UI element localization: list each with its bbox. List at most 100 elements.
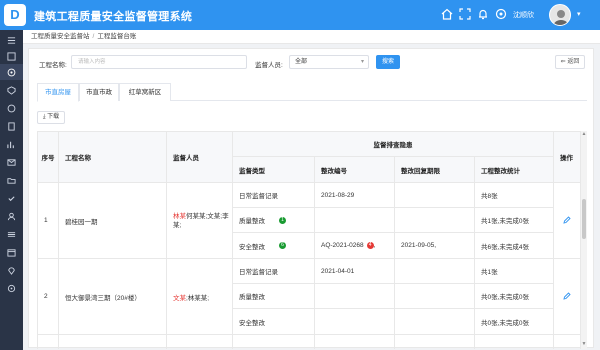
scroll-down-icon[interactable]: ▼	[581, 341, 587, 347]
breadcrumb-item[interactable]: 工程质量安全监督站	[31, 33, 90, 40]
back-button[interactable]: ⇐ 返回	[555, 55, 585, 69]
table-row-supervisors: 林某何某某;文某;李某;	[167, 183, 233, 259]
user-name[interactable]: 沈顺欣	[513, 10, 534, 20]
sub-row-deadline	[395, 284, 475, 309]
header-code: 整改编号	[315, 157, 395, 183]
sidebar-item-quality[interactable]	[0, 100, 23, 116]
table-row-supervisors: 文某;林某某;	[167, 259, 233, 335]
breadcrumb: 工程质量安全监督站 / 工程监督台账	[23, 30, 600, 44]
tab-city-municipal[interactable]: 市直市政	[79, 83, 119, 101]
table-row-index: 1	[37, 183, 59, 259]
table-row-index	[37, 335, 59, 349]
table-row-project	[59, 335, 167, 349]
sub-row-deadline	[395, 259, 475, 284]
sub-row-type[interactable]: 质量整改	[233, 284, 315, 309]
sidebar-item-safety[interactable]	[0, 82, 23, 98]
lead-supervisor: 林某	[173, 212, 186, 220]
sub-row-code: 2021-08-29	[315, 183, 395, 208]
sidebar-collapse-icon[interactable]	[0, 32, 23, 48]
back-arrow-icon: ⇐	[560, 59, 566, 65]
download-button-label: 下载	[47, 114, 60, 120]
app-logo: D	[4, 4, 26, 26]
main-panel: 工程名称: 请输入内容 监督人员: 全部 ▾ 搜索 ⇐ 返回 市直房屋 市直市政…	[28, 48, 594, 349]
sidebar-item-messages[interactable]	[0, 154, 23, 170]
bell-icon[interactable]	[476, 7, 490, 21]
header-type: 监督类型	[233, 157, 315, 183]
header-deadline: 整改回复期限	[395, 157, 475, 183]
sub-row-stats: 共1张	[475, 259, 554, 284]
sidebar-item-users[interactable]	[0, 208, 23, 224]
header-hazard-group: 监督排查隐患	[233, 131, 554, 157]
row-ops	[554, 183, 581, 259]
tab-hongcaowo-district[interactable]: 红草窝新区	[119, 83, 171, 101]
sidebar-item-system[interactable]	[0, 280, 23, 296]
sub-row-type[interactable]: 日常监督记录	[233, 259, 315, 284]
sub-row-stats: 共6张,未完成4张	[475, 233, 554, 259]
row-ops	[554, 259, 581, 335]
table-row-project: 恒大御景湾三期（20#楼）	[59, 259, 167, 335]
table-row-index: 2	[37, 259, 59, 335]
settings-icon[interactable]	[494, 7, 508, 21]
sub-row-stats: 共8张	[475, 183, 554, 208]
sub-row-type-label: 安全整改	[239, 243, 265, 251]
sidebar-item-files[interactable]	[0, 172, 23, 188]
header-index: 序号	[37, 131, 59, 183]
count-badge: 6	[279, 242, 286, 249]
sub-row-code	[315, 284, 395, 309]
download-button[interactable]: ⤓ 下载	[37, 111, 65, 124]
edit-icon[interactable]	[563, 215, 571, 226]
sidebar-item-records[interactable]	[0, 118, 23, 134]
sub-row-code[interactable]: AQ-2021-0268 4,	[315, 233, 395, 259]
fullscreen-icon[interactable]	[458, 7, 472, 21]
header-ops: 操作	[554, 131, 581, 183]
supervisor-filter-label: 监督人员:	[255, 62, 283, 69]
search-button[interactable]: 搜索	[376, 55, 400, 69]
row-ops	[554, 335, 581, 349]
lead-supervisor: 文某	[173, 294, 186, 302]
other-supervisors: ;林某某;	[186, 294, 210, 302]
project-search-input[interactable]: 请输入内容	[71, 55, 247, 69]
supervisor-select-value: 全部	[295, 59, 308, 65]
home-icon[interactable]	[440, 7, 454, 21]
sub-row-stats: 共1张,未完成0张	[475, 208, 554, 233]
rectification-code: AQ-2021-0268	[321, 242, 364, 249]
scroll-up-icon[interactable]: ▲	[581, 131, 587, 137]
sidebar-item-dashboard[interactable]	[0, 48, 23, 64]
avatar[interactable]	[549, 4, 571, 26]
header-supervisors: 监督人员	[167, 131, 233, 183]
sub-row-type[interactable]: 质量整改 1	[233, 208, 315, 233]
sidebar-item-reports[interactable]	[0, 136, 23, 152]
top-bar: D 建筑工程质量安全监督管理系统 沈顺欣 ▾	[0, 0, 600, 30]
sub-row-type[interactable]: 安全整改 6	[233, 233, 315, 259]
scrollbar-thumb[interactable]	[582, 199, 586, 239]
sub-row-code	[315, 208, 395, 233]
tab-city-buildings[interactable]: 市直房屋	[37, 83, 79, 102]
table-scrollbar[interactable]	[581, 131, 587, 349]
sidebar-item-supervision[interactable]	[0, 64, 23, 80]
header-project: 工程名称	[59, 131, 167, 183]
chevron-down-icon: ▾	[360, 59, 364, 65]
sub-row-type-label: 质量整改	[239, 218, 265, 225]
sub-row-code: 2021-04-01	[315, 259, 395, 284]
sub-row-type[interactable]: 日常监督记录	[233, 183, 315, 208]
sub-row-type[interactable]: 安全整改	[233, 309, 315, 335]
supervisor-select[interactable]: 全部 ▾	[289, 55, 369, 69]
chevron-down-icon[interactable]: ▾	[577, 10, 581, 18]
sidebar-item-config[interactable]	[0, 226, 23, 242]
sub-row-code	[315, 335, 395, 349]
sidebar	[0, 30, 23, 350]
app-title: 建筑工程质量安全监督管理系统	[34, 11, 193, 23]
sub-row-deadline	[395, 183, 475, 208]
sub-row-deadline	[395, 208, 475, 233]
sub-row-type	[233, 335, 315, 349]
sub-row-code	[315, 309, 395, 335]
table-row-supervisors	[167, 335, 233, 349]
edit-icon[interactable]	[563, 291, 571, 302]
breadcrumb-item-current: 工程监督台账	[97, 33, 137, 40]
sub-row-deadline	[395, 309, 475, 335]
tab-bar: 市直房屋 市直市政 红草窝新区	[37, 83, 587, 102]
download-icon: ⤓	[42, 114, 46, 120]
sidebar-item-calendar[interactable]	[0, 244, 23, 260]
sidebar-item-tasks[interactable]	[0, 190, 23, 206]
sidebar-item-location[interactable]	[0, 262, 23, 278]
